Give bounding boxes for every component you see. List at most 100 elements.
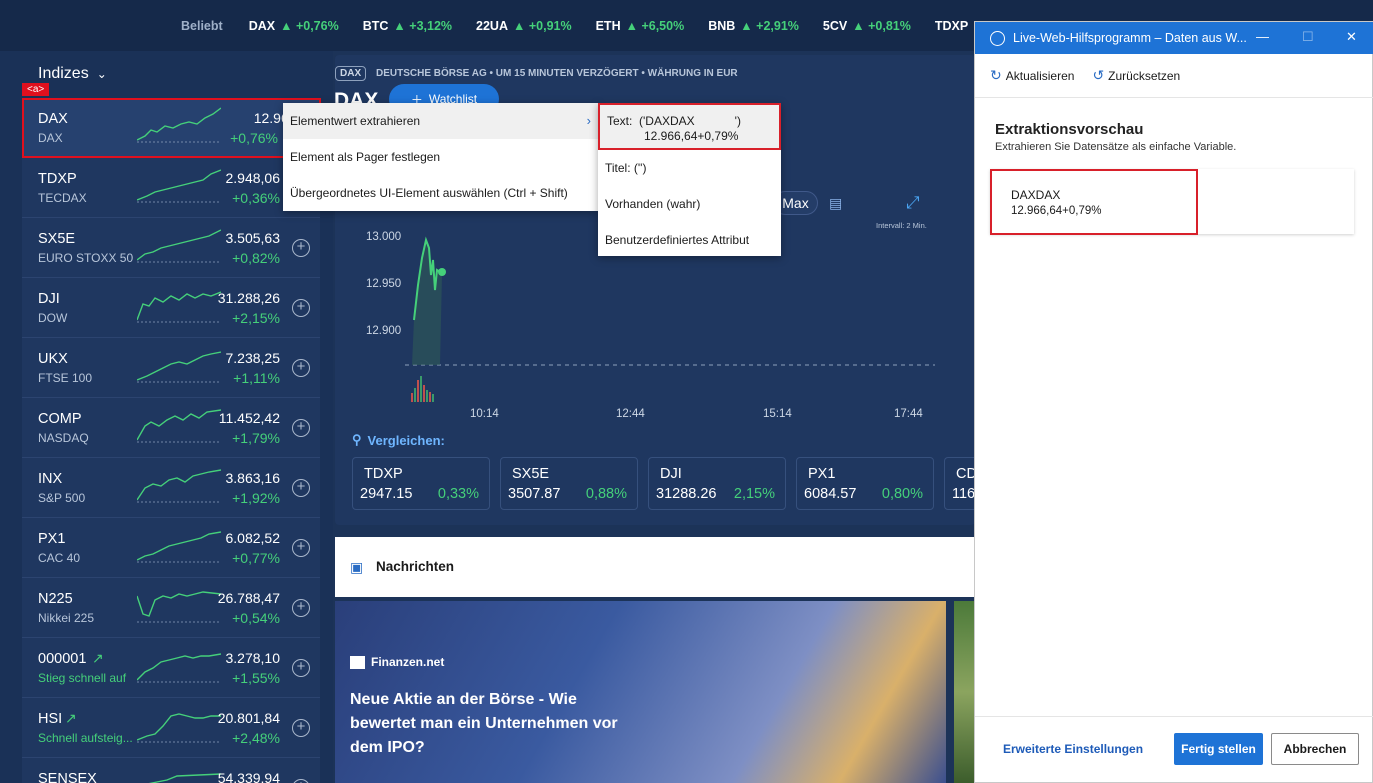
element-highlight xyxy=(22,98,321,158)
refresh-icon: ↻ xyxy=(990,67,1002,83)
compare-symbol: SX5E xyxy=(512,466,550,482)
submenu-item-title[interactable]: Titel: ('') xyxy=(598,150,781,186)
preview-value-line1: DAXDAX xyxy=(1011,188,1061,202)
index-value: 3.505,63 xyxy=(225,230,281,246)
chart-type-icon[interactable]: ▤ xyxy=(829,195,842,212)
sidebar-item-ukx[interactable]: UKX FTSE 100 7.238,25 +1,11% + xyxy=(22,338,320,398)
ticker-item[interactable]: 22UA ▲ +0,91% xyxy=(476,19,572,33)
preview-subtitle: Extrahieren Sie Datensätze als einfache … xyxy=(995,141,1237,153)
sidebar-item-000001[interactable]: 000001 ↗ Stieg schnell auf 3.278,10 +1,55% + xyxy=(22,638,320,698)
sparkline xyxy=(137,713,221,743)
sparkline xyxy=(137,229,221,263)
sparkline xyxy=(137,469,221,503)
indices-dropdown[interactable]: Indizes ⌄ xyxy=(38,65,107,83)
compare-card-tdxp[interactable]: TDXP 2947.15 0,33% xyxy=(352,457,490,510)
submenu-item-exists[interactable]: Vorhanden (wahr) xyxy=(598,186,781,222)
reset-button[interactable]: ↺ Zurücksetzen xyxy=(1092,67,1180,84)
advanced-settings-link[interactable]: Erweiterte Einstellungen xyxy=(1003,742,1143,756)
index-value: 31.288,26 xyxy=(217,290,280,306)
sidebar-item-sensex[interactable]: SENSEX 54.339,94 + xyxy=(22,758,320,783)
add-watchlist-icon[interactable]: + xyxy=(292,539,310,557)
index-value: 20.801,84 xyxy=(217,710,280,726)
dialog-titlebar: Live-Web-Hilfsprogramm – Daten aus W... … xyxy=(975,22,1373,54)
y-tick-label: 13.000 xyxy=(366,231,402,243)
compare-card-dji[interactable]: DJI 31288.26 2,15% xyxy=(648,457,786,510)
maximize-icon[interactable]: ☐ xyxy=(1302,29,1314,45)
index-change: +1,55% xyxy=(232,670,280,686)
volume-bars xyxy=(411,376,434,402)
sidebar-item-comp[interactable]: COMP NASDAQ 11.452,42 +1,79% + xyxy=(22,398,320,458)
index-badge: DAX xyxy=(335,66,367,81)
compare-value: 6084.57 xyxy=(804,486,857,502)
dialog-toolbar: ↻ Aktualisieren ↺ Zurücksetzen xyxy=(990,67,1180,84)
news-icon: ▣ xyxy=(350,559,364,575)
add-watchlist-icon[interactable]: + xyxy=(292,239,310,257)
cancel-button[interactable]: Abbrechen xyxy=(1271,733,1359,765)
add-watchlist-icon[interactable]: + xyxy=(292,299,310,317)
sparkline xyxy=(148,773,221,783)
ticker-label: Beliebt xyxy=(181,18,223,33)
ticker-item[interactable]: BTC ▲ +3,12% xyxy=(363,19,452,33)
y-tick-label: 12.900 xyxy=(366,325,402,337)
index-change: +0,54% xyxy=(232,610,280,626)
ticker-item[interactable]: DAX ▲ +0,76% xyxy=(249,19,339,33)
add-watchlist-icon[interactable]: + xyxy=(292,599,310,617)
index-change: +2,15% xyxy=(232,310,280,326)
index-value: 3.863,16 xyxy=(225,470,281,486)
menu-item-set-pager[interactable]: Element als Pager festlegen xyxy=(283,139,598,175)
up-arrow-icon: ▲ xyxy=(740,18,757,33)
index-change: +1,79% xyxy=(232,430,280,446)
compare-value: 3507.87 xyxy=(508,486,561,502)
add-watchlist-icon[interactable]: + xyxy=(292,719,310,737)
ticker-item[interactable]: BNB ▲ +2,91% xyxy=(708,19,799,33)
compare-card-px1[interactable]: PX1 6084.57 0,80% xyxy=(796,457,934,510)
sidebar-item-dji[interactable]: DJI DOW 31.288,26 +2,15% + xyxy=(22,278,320,338)
sparkline xyxy=(137,351,221,383)
search-icon: ⚲ xyxy=(352,432,362,447)
news-image-secondary[interactable] xyxy=(954,601,974,783)
sidebar-item-px1[interactable]: PX1 CAC 40 6.082,52 +0,77% + xyxy=(22,518,320,578)
refresh-button[interactable]: ↻ Aktualisieren xyxy=(990,67,1074,84)
menu-item-extract-value[interactable]: Elementwert extrahieren › xyxy=(283,103,598,139)
index-value: 54.339,94 xyxy=(217,770,280,783)
index-symbol: INX xyxy=(38,471,63,487)
add-watchlist-icon[interactable]: + xyxy=(292,479,310,497)
news-headline[interactable]: Neue Aktie an der Börse - Wie bewertet m… xyxy=(350,688,630,760)
expand-icon[interactable]: ⤢ xyxy=(906,193,920,213)
trend-up-icon: ↗ xyxy=(65,710,77,726)
index-name: TECDAX xyxy=(38,191,87,205)
compare-value: 31288.26 xyxy=(656,486,717,502)
compare-change: 0,33% xyxy=(437,486,479,502)
add-watchlist-icon[interactable]: + xyxy=(292,359,310,377)
divider xyxy=(975,716,1373,717)
ticker-item[interactable]: 5CV ▲ +0,81% xyxy=(823,19,911,33)
menu-item-select-parent[interactable]: Übergeordnetes UI-Element auswählen (Ctr… xyxy=(283,175,598,211)
live-web-helper-dialog: Live-Web-Hilfsprogramm – Daten aus W... … xyxy=(974,21,1373,783)
add-watchlist-icon[interactable]: + xyxy=(292,659,310,677)
up-arrow-icon: ▲ xyxy=(280,18,296,33)
sidebar-item-n225[interactable]: N225 Nikkei 225 26.788,47 +0,54% + xyxy=(22,578,320,638)
minimize-icon[interactable]: — xyxy=(1256,29,1269,44)
submenu-item-text[interactable]: Text: ('DAXDAX ') 12.966,64+0,79% xyxy=(598,103,781,150)
ticker-item[interactable]: ETH ▲ +6,50% xyxy=(596,19,685,33)
sparkline xyxy=(137,531,221,563)
add-watchlist-icon[interactable]: + xyxy=(292,779,310,783)
index-value: 2.948,06 xyxy=(225,170,281,186)
add-watchlist-icon[interactable]: + xyxy=(292,419,310,437)
index-name: EURO STOXX 50 xyxy=(38,251,134,265)
sidebar-item-tdxp[interactable]: TDXPTECDAX2.948,06+0,36%+ xyxy=(22,158,320,218)
sidebar-item-inx[interactable]: INX S&P 500 3.863,16 +1,92% + xyxy=(22,458,320,518)
close-icon[interactable]: ✕ xyxy=(1346,29,1357,45)
compare-change: 0,80% xyxy=(881,486,923,502)
index-name: DOW xyxy=(38,311,68,325)
submenu-item-custom-attribute[interactable]: Benutzerdefiniertes Attribut xyxy=(598,222,781,258)
up-arrow-icon: ▲ xyxy=(852,18,869,33)
sidebar-item-sx5e[interactable]: SX5E EURO STOXX 50 3.505,63 +0,82% + xyxy=(22,218,320,278)
index-name: Nikkei 225 xyxy=(38,611,95,625)
sidebar-item-hsi[interactable]: HSI ↗ Schnell aufsteig... 20.801,84 +2,48% + xyxy=(22,698,320,758)
undo-icon: ↺ xyxy=(1092,67,1105,83)
sparkline xyxy=(137,169,221,203)
finish-button[interactable]: Fertig stellen xyxy=(1174,733,1263,765)
compare-value: 116 xyxy=(952,486,976,502)
compare-card-sx5e[interactable]: SX5E 3507.87 0,88% xyxy=(500,457,638,510)
